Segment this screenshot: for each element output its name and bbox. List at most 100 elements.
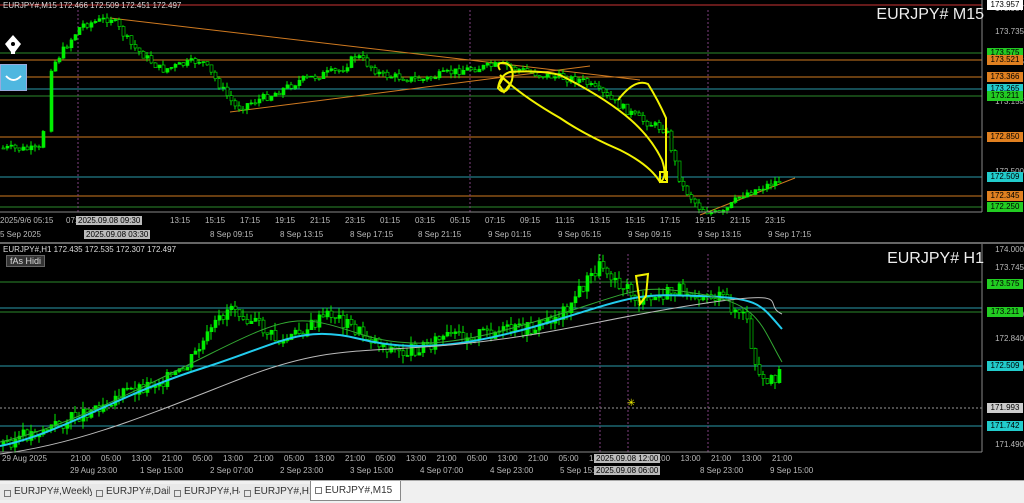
candle-body <box>125 387 130 390</box>
date-axis-label: 29 Aug 23:00 <box>70 466 118 475</box>
candle-body <box>109 19 114 23</box>
candle-body <box>97 18 102 22</box>
candle-body <box>241 316 246 320</box>
candle-body <box>213 71 218 80</box>
candle-body <box>313 319 318 328</box>
candle-body <box>161 383 166 387</box>
time-axis-label: 13:00 <box>741 454 762 463</box>
time-axis-label: 05:00 <box>284 454 305 463</box>
candle-body <box>37 146 42 148</box>
date-axis-label: 4 Sep 23:00 <box>490 466 534 475</box>
time-axis-label: 05:00 <box>375 454 396 463</box>
candle-body <box>269 96 274 101</box>
candle-body <box>193 350 198 355</box>
price-chart-m15[interactable] <box>0 0 1024 242</box>
date-axis-label: 8 Sep 09:15 <box>210 230 254 239</box>
signal-icon: ✳ <box>627 398 635 409</box>
candle-body <box>465 67 470 71</box>
candle-body <box>609 273 614 281</box>
candle-body <box>381 344 386 348</box>
price-tick-label: 174.000 <box>995 245 1024 254</box>
smile-icon[interactable] <box>0 64 27 91</box>
candle-body <box>101 17 106 20</box>
time-axis-label: 01:15 <box>380 216 401 225</box>
candle-body <box>177 62 182 65</box>
chart-tab-bar: EURJPY#,Weekly EURJPY#,Daily EURJPY#,H4 … <box>0 480 1024 503</box>
candle-body <box>117 19 122 27</box>
candle-body <box>13 144 18 149</box>
candle-body <box>261 319 266 334</box>
candle-body <box>285 84 290 89</box>
hide-button[interactable]: fAs Hidi <box>6 255 46 267</box>
candle-body <box>157 64 162 68</box>
candle-body <box>229 305 234 311</box>
time-axis-label: 2025/9/6 05:15 <box>0 216 54 225</box>
price-tag: 172.850 <box>987 132 1023 142</box>
candle-body <box>325 310 330 318</box>
candle-body <box>777 369 782 383</box>
candle-body <box>221 86 226 89</box>
candle-body <box>457 331 462 334</box>
candle-body <box>613 98 618 101</box>
candle-body <box>773 181 778 187</box>
price-tag: 172.345 <box>987 191 1023 201</box>
price-tag: 172.509 <box>987 361 1023 371</box>
time-axis-label: 29 Aug 2025 <box>2 454 47 463</box>
time-axis-label: 17:15 <box>240 216 261 225</box>
candle-body <box>453 331 458 334</box>
candle-body <box>473 69 478 73</box>
chart-pane-h1[interactable]: ✳ EURJPY#,H1 172.435 172.535 172.307 172… <box>0 244 1024 480</box>
candle-body <box>181 62 186 66</box>
candle-body <box>697 296 702 301</box>
candle-body <box>61 46 66 59</box>
candle-body <box>745 192 750 198</box>
candle-body <box>297 329 302 334</box>
symbol-title: EURJPY# H1 <box>887 250 984 267</box>
pen-tool-icon[interactable] <box>2 33 24 55</box>
candle-body <box>597 261 602 277</box>
candle-body <box>629 284 634 297</box>
price-chart-h1[interactable]: ✳ <box>0 244 1024 480</box>
time-axis-label: 15:15 <box>205 216 226 225</box>
candle-body <box>197 349 202 352</box>
candle-body <box>81 23 86 28</box>
candle-body <box>201 340 206 350</box>
candle-body <box>221 315 226 320</box>
candle-body <box>273 92 278 97</box>
tab-m15[interactable]: EURJPY#,M15 <box>310 481 402 501</box>
candle-body <box>633 110 638 114</box>
candle-body <box>345 67 350 72</box>
candle-body <box>17 147 22 151</box>
candle-body <box>749 192 754 195</box>
candle-body <box>533 72 538 77</box>
candle-body <box>133 44 138 49</box>
candle-body <box>333 316 338 319</box>
candle-body <box>653 122 658 126</box>
candle-body <box>613 277 618 281</box>
tab-weekly[interactable]: EURJPY#,Weekly <box>0 484 104 500</box>
candle-body <box>733 309 738 313</box>
candle-body <box>181 368 186 371</box>
candle-body <box>693 198 698 204</box>
price-tick-label: 173.735 <box>995 27 1024 36</box>
candle-body <box>137 47 142 52</box>
time-axis-label: 21:00 <box>436 454 457 463</box>
time-axis-label: 13:00 <box>680 454 701 463</box>
crosshair-time-label: 2025.09.08 09:30 <box>76 216 143 225</box>
candle-body <box>125 35 130 37</box>
candle-body <box>129 35 134 45</box>
candle-body <box>665 286 670 300</box>
candle-body <box>421 78 426 81</box>
date-axis-label: 9 Sep 13:15 <box>698 230 742 239</box>
date-axis-label: 9 Sep 15:00 <box>770 466 814 475</box>
candle-body <box>401 350 406 356</box>
candle-body <box>681 283 686 296</box>
candle-body <box>73 34 78 41</box>
chart-pane-m15[interactable]: EURJPY#,M15 172.466 172.509 172.451 172.… <box>0 0 1024 242</box>
candle-body <box>9 144 14 147</box>
candle-body <box>661 128 666 133</box>
candle-body <box>269 330 274 335</box>
candle-body <box>693 296 698 299</box>
date-axis-label: 2 Sep 23:00 <box>280 466 324 475</box>
candle-body <box>729 202 734 209</box>
